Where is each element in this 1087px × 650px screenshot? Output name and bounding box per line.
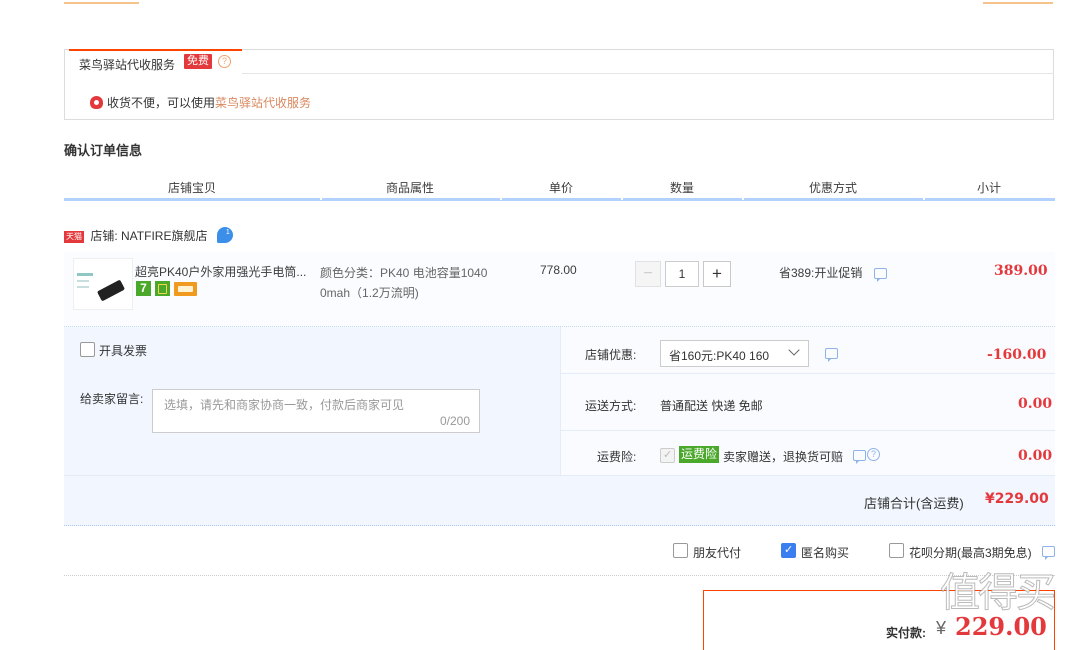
col-sep — [500, 197, 502, 200]
cainiao-tab-label: 菜鸟驿站代收服务 — [79, 58, 176, 72]
table-header: 店铺宝贝 商品属性 单价 数量 优惠方式 小计 — [64, 176, 1055, 201]
shop-discount-amount: -160.00 — [987, 347, 1047, 363]
huabei-label[interactable]: 花呗分期(最高3期免息) — [909, 544, 1032, 561]
shipping-amount: 0.00 — [1018, 396, 1053, 412]
shop-discount-label: 店铺优惠: — [585, 348, 637, 362]
col-sep — [621, 197, 623, 200]
friend-pay-label[interactable]: 朋友代付 — [693, 544, 741, 561]
shop-row: 天猫 店铺: NATFIRE旗舰店 1 — [64, 227, 233, 245]
card-payment-icon — [174, 282, 197, 296]
promo-text: 省389:开业促销 — [779, 266, 863, 280]
huabei-chat-icon[interactable] — [1042, 546, 1055, 560]
col-sep — [923, 197, 925, 200]
top-cutoff-right — [983, 0, 1053, 4]
col-sep — [320, 197, 322, 200]
attr-line-2: 0mah（1.2万流明) — [320, 286, 419, 300]
site-watermark: 值得买 — [940, 571, 1057, 616]
unit-price: 778.00 — [540, 263, 577, 277]
seven-day-return-badge: 7 — [136, 281, 151, 296]
col-attributes: 商品属性 — [386, 181, 435, 195]
quantity-minus-button[interactable]: − — [635, 261, 661, 287]
shipping-value: 普通配送 快递 免邮 — [660, 399, 763, 413]
shop-discount-value: 省160元:PK40 160 — [669, 349, 770, 363]
anonymous-checkbox[interactable] — [781, 543, 796, 558]
message-textarea[interactable]: 选填，请先和商家协商一致，付款后商家可见 0/200 — [152, 389, 480, 433]
invoice-checkbox[interactable] — [80, 342, 95, 357]
insurance-text: 卖家赠送，退换货可赔 — [723, 450, 844, 464]
col-promotion: 优惠方式 — [809, 181, 858, 195]
insurance-help-icon[interactable]: ? — [867, 448, 880, 461]
payment-label: 实付款: — [886, 626, 926, 640]
shipping-label: 运送方式: — [585, 399, 637, 413]
col-shop-item: 店铺宝贝 — [168, 181, 217, 195]
insurance-checkbox: ✓ — [660, 448, 675, 463]
shop-total-label: 店铺合计(含运费) — [864, 496, 964, 511]
friend-pay-checkbox[interactable] — [673, 543, 688, 558]
shop-name[interactable]: 店铺: NATFIRE旗舰店 — [90, 229, 207, 243]
help-icon[interactable]: ? — [218, 55, 231, 68]
product-title[interactable]: 超亮PK40户外家用强光手电筒... — [135, 263, 306, 280]
cainiao-bird-icon — [90, 96, 103, 109]
chevron-down-icon — [788, 344, 800, 356]
discount-chat-icon[interactable] — [825, 348, 838, 362]
invoice-label[interactable]: 开具发票 — [99, 342, 147, 359]
message-label: 给卖家留言: — [80, 392, 144, 406]
quantity-plus-button[interactable]: + — [703, 261, 731, 287]
cainiao-tab-divider — [242, 73, 1054, 74]
col-sep — [742, 197, 744, 200]
col-quantity: 数量 — [670, 181, 695, 195]
item-subtotal: 389.00 — [994, 263, 1048, 279]
message-counter: 0/200 — [439, 414, 470, 428]
anonymous-label[interactable]: 匿名购买 — [801, 544, 849, 561]
shop-total-value: ¥229.00 — [985, 491, 1049, 507]
col-unit-price: 单价 — [549, 181, 574, 195]
insurance-chat-icon[interactable] — [853, 450, 866, 464]
item-row: 超亮PK40户外家用强光手电筒... 7 颜色分类：PK40 电池容量1040 … — [64, 252, 1055, 327]
attr-line-1: 颜色分类：PK40 电池容量1040 — [320, 266, 488, 280]
free-badge: 免费 — [184, 54, 212, 69]
cainiao-service-link[interactable]: 菜鸟驿站代收服务 — [215, 96, 311, 110]
options-divider — [64, 575, 1055, 576]
insurance-amount: 0.00 — [1018, 448, 1053, 464]
message-placeholder: 选填，请先和商家协商一致，付款后商家可见 — [164, 398, 405, 412]
payment-currency: ¥ — [936, 618, 947, 638]
flashlight-icon — [96, 279, 126, 302]
product-thumbnail[interactable] — [73, 258, 133, 310]
top-cutoff-left — [64, 0, 139, 4]
col-subtotal: 小计 — [977, 181, 1002, 195]
cainiao-tab[interactable]: 菜鸟驿站代收服务 免费 ? — [69, 49, 242, 74]
huabei-checkbox[interactable] — [889, 543, 904, 558]
tmall-badge: 天猫 — [64, 231, 84, 243]
insurance-badge: 运费险 — [679, 446, 720, 463]
section-title: 确认订单信息 — [64, 143, 143, 158]
wangwang-icon[interactable]: 1 — [216, 227, 233, 243]
cainiao-notice: 收货不便，可以使用菜鸟驿站代收服务 — [90, 94, 311, 111]
insurance-label: 运费险: — [597, 450, 637, 464]
promo-chat-icon[interactable] — [874, 268, 887, 282]
guarantee-icon — [155, 281, 170, 296]
quantity-input[interactable]: 1 — [665, 261, 699, 287]
shop-discount-select[interactable]: 省160元:PK40 160 — [660, 340, 809, 367]
